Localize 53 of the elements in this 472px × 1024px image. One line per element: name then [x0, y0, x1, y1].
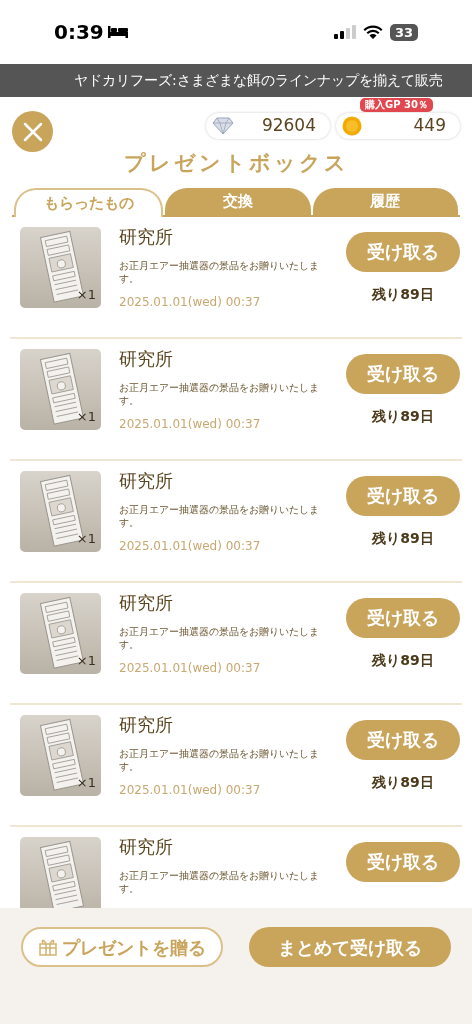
marquee-text: ヤドカリフーズ:さまざまな餌のラインナップを揃えて販売 [74, 71, 443, 90]
gift-icon [38, 937, 58, 957]
tab[interactable]: もらったもの [14, 187, 164, 217]
item-date: 2025.01.01(wed) 00:37 [119, 537, 262, 555]
receive-button[interactable]: 受け取る [346, 719, 460, 760]
receive-button[interactable]: 受け取る [346, 231, 460, 272]
tab[interactable]: 交換 [165, 187, 311, 215]
diamond-icon [212, 117, 234, 135]
receive-button[interactable]: 受け取る [346, 353, 460, 394]
tab[interactable]: 履歴 [312, 187, 458, 215]
send-gift-button[interactable]: プレゼントを贈る [21, 927, 223, 967]
item-title: 研究所 [119, 468, 174, 493]
wifi-icon [362, 25, 383, 39]
item-quantity: ×1 [76, 286, 96, 304]
page-title: プレゼントボックス [122, 150, 350, 177]
item-title: 研究所 [119, 712, 174, 737]
item-quantity: ×1 [76, 774, 96, 792]
item-description: お正月エアー抽選器の景品をお贈りいたします。 [119, 258, 320, 285]
item-description: お正月エアー抽選器の景品をお贈りいたします。 [119, 624, 320, 651]
item-quantity: ×1 [76, 408, 96, 426]
item-title: 研究所 [119, 224, 174, 249]
receive-button[interactable]: 受け取る [346, 841, 460, 882]
currency-amount: 449 [413, 114, 446, 138]
item-description: お正月エアー抽選器の景品をお贈りいたします。 [119, 502, 320, 529]
item-description: お正月エアー抽選器の景品をお贈りいたします。 [119, 380, 320, 407]
remaining-days: 残り89日 [372, 405, 434, 427]
close-button[interactable] [12, 111, 53, 152]
remaining-days: 残り89日 [372, 283, 434, 305]
item-date: 2025.01.01(wed) 00:37 [119, 293, 262, 311]
battery-indicator: 33 [389, 23, 418, 41]
item-description: お正月エアー抽選器の景品をお贈りいたします。 [119, 868, 320, 895]
receive-all-button[interactable]: まとめて受け取る [249, 927, 451, 967]
remaining-days: 残り89日 [372, 527, 434, 549]
item-title: 研究所 [119, 590, 174, 615]
bonus-badge: 購入GP 30％ [360, 98, 433, 112]
status-time: 0:39 [54, 19, 104, 46]
item-title: 研究所 [119, 346, 174, 371]
currency-amount: 92604 [261, 114, 316, 138]
item-date: 2025.01.01(wed) 00:37 [119, 781, 262, 799]
item-date: 2025.01.01(wed) 00:37 [119, 659, 262, 677]
remaining-days: 残り89日 [372, 771, 434, 793]
receive-button[interactable]: 受け取る [346, 597, 460, 638]
item-description: お正月エアー抽選器の景品をお贈りいたします。 [119, 746, 320, 773]
close-icon [22, 121, 43, 142]
item-quantity: ×1 [76, 652, 96, 670]
item-date: 2025.01.01(wed) 00:37 [119, 415, 262, 433]
coin-icon [342, 116, 362, 136]
receive-button[interactable]: 受け取る [346, 475, 460, 516]
signal-icon [333, 25, 356, 39]
item-quantity: ×1 [76, 530, 96, 548]
remaining-days: 残り89日 [372, 649, 434, 671]
bed-icon [107, 26, 128, 38]
item-title: 研究所 [119, 834, 174, 859]
